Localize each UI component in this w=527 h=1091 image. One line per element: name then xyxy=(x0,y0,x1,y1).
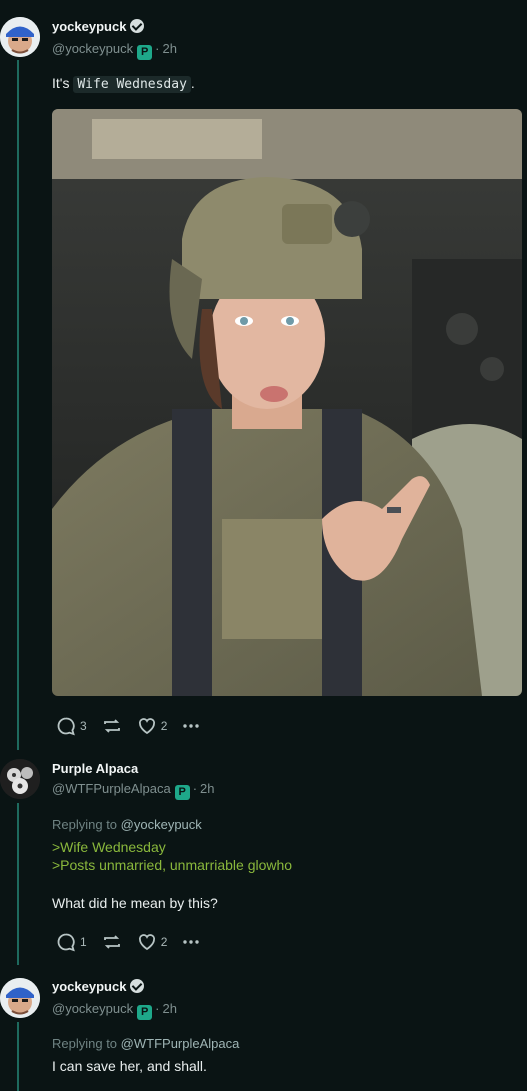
like-button[interactable]: 2 xyxy=(137,932,168,952)
avatar[interactable] xyxy=(0,17,40,57)
post-time: 2h xyxy=(162,41,177,56)
p-badge-icon: P xyxy=(174,785,190,800)
heart-icon xyxy=(138,718,155,735)
more-dots-icon xyxy=(183,724,200,728)
post-text: What did he mean by this? xyxy=(52,895,218,911)
more-dots-icon xyxy=(183,940,200,944)
post-text-prefix: It's xyxy=(52,75,70,91)
reply-count: 1 xyxy=(80,935,87,949)
post-image[interactable] xyxy=(52,109,522,696)
author-name[interactable]: yockeypuck xyxy=(52,979,145,994)
post-actions: 3 2 xyxy=(56,716,215,736)
reply-bubble-icon xyxy=(57,717,75,736)
post-text: It's Wife Wednesday. xyxy=(52,75,195,93)
thread-line xyxy=(17,60,19,750)
repost-icon xyxy=(103,935,120,949)
verified-check-icon xyxy=(130,19,145,33)
author-name[interactable]: Purple Alpaca xyxy=(52,761,138,776)
author-handle-row: @yockeypuck P · 2h xyxy=(52,41,177,60)
reply-button[interactable]: 3 xyxy=(56,716,87,736)
p-badge-icon: P xyxy=(137,45,153,60)
reply-bubble-icon xyxy=(57,933,75,952)
avatar[interactable] xyxy=(0,978,40,1018)
heart-icon xyxy=(138,934,155,951)
author-name-text[interactable]: Purple Alpaca xyxy=(52,761,138,776)
like-button[interactable]: 2 xyxy=(137,716,168,736)
reply-button[interactable]: 1 xyxy=(56,932,87,952)
separator-dot: · xyxy=(155,41,160,56)
replying-to: Replying to @yockeypuck xyxy=(52,817,202,832)
author-name-text[interactable]: yockeypuck xyxy=(52,979,126,994)
replying-label: Replying to xyxy=(52,817,118,832)
post-actions: 1 2 xyxy=(56,932,215,952)
thread-line xyxy=(17,803,19,965)
greentext-line: >Posts unmarried, unmarriable glowho xyxy=(52,857,293,873)
greentext-line: >Wife Wednesday xyxy=(52,839,166,855)
author-handle[interactable]: @WTFPurpleAlpaca xyxy=(52,781,171,796)
more-button[interactable] xyxy=(181,932,201,952)
post-text: I can save her, and shall. xyxy=(52,1058,207,1074)
author-name[interactable]: yockeypuck xyxy=(52,19,145,34)
mention-link[interactable]: @yockeypuck xyxy=(121,817,202,832)
reply-count: 3 xyxy=(80,719,87,733)
repost-button[interactable] xyxy=(101,932,123,952)
thread-line xyxy=(17,1022,19,1091)
replying-label: Replying to xyxy=(52,1036,118,1051)
post-text-suffix: . xyxy=(190,75,195,91)
like-count: 2 xyxy=(160,935,168,949)
author-name-text[interactable]: yockeypuck xyxy=(52,19,126,34)
post-time: 2h xyxy=(200,781,215,796)
inline-code: Wife Wednesday xyxy=(73,76,191,93)
repost-button[interactable] xyxy=(101,716,123,736)
separator-dot: · xyxy=(192,781,198,796)
mention-link[interactable]: @WTFPurpleAlpaca xyxy=(121,1036,240,1051)
more-button[interactable] xyxy=(181,716,201,736)
p-badge-icon: P xyxy=(137,1005,153,1020)
replying-to: Replying to @WTFPurpleAlpaca xyxy=(52,1036,239,1051)
author-handle[interactable]: @yockeypuck xyxy=(52,41,133,56)
author-handle-row: @yockeypuck P · 2h xyxy=(52,1001,177,1020)
repost-icon xyxy=(103,719,120,733)
avatar[interactable] xyxy=(0,759,40,799)
verified-check-icon xyxy=(130,979,145,993)
like-count: 2 xyxy=(160,719,168,733)
author-handle[interactable]: @yockeypuck xyxy=(52,1001,133,1016)
post-time: 2h xyxy=(162,1001,177,1016)
author-handle-row: @WTFPurpleAlpaca P · 2h xyxy=(52,781,215,800)
separator-dot: · xyxy=(155,1001,160,1016)
